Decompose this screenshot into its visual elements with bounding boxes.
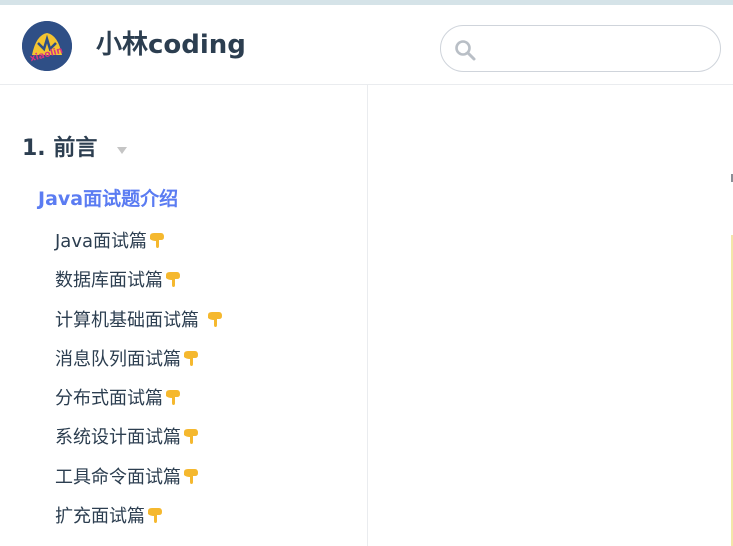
site-title[interactable]: 小林coding xyxy=(96,27,246,63)
sidebar-sub-item[interactable]: 数据库面试篇 xyxy=(55,267,225,306)
caret-down-icon[interactable] xyxy=(117,147,127,154)
search-input[interactable] xyxy=(483,34,708,64)
sidebar-sub-item-label: 消息队列面试篇 xyxy=(55,348,181,370)
sidebar-sub-item[interactable]: 计算机基础面试篇 xyxy=(55,307,225,346)
sidebar-item-java-intro[interactable]: Java面试题介绍 xyxy=(38,185,178,213)
sidebar-sub-item-label: 扩充面试篇 xyxy=(55,506,145,528)
pointing-down-emoji-icon xyxy=(163,269,183,289)
pointing-down-emoji-icon xyxy=(181,426,201,446)
sidebar-sub-item[interactable]: 分布式面试篇 xyxy=(55,385,225,424)
navbar: xiaolin 小林coding xyxy=(0,5,733,85)
sidebar-sub-item-label: 分布式面试篇 xyxy=(55,388,163,410)
search-box[interactable] xyxy=(440,25,721,72)
sidebar-sub-item-label: 系统设计面试篇 xyxy=(55,427,181,449)
sidebar-sub-item-label: 工具命令面试篇 xyxy=(55,466,181,488)
sidebar-sub-item[interactable]: 工具命令面试篇 xyxy=(55,464,225,503)
sidebar-sub-list: Java面试篇 数据库面试篇 计算机基础面试篇 消息队列面试篇 分布式面试篇 系… xyxy=(55,228,225,542)
sidebar-sub-item-label: 计算机基础面试篇 xyxy=(55,309,205,331)
pointing-down-emoji-icon xyxy=(145,505,165,525)
pointing-down-emoji-icon xyxy=(181,466,201,486)
main-content xyxy=(369,85,733,546)
sidebar-sub-item[interactable]: 消息队列面试篇 xyxy=(55,346,225,385)
coding-logo-icon[interactable]: xiaolin xyxy=(22,21,72,71)
sidebar-group-title[interactable]: 1. 前言 xyxy=(22,133,97,165)
sidebar-sub-item-label: 数据库面试篇 xyxy=(55,270,163,292)
sidebar-sub-item[interactable]: Java面试篇 xyxy=(55,228,225,267)
pointing-down-emoji-icon xyxy=(205,309,225,329)
sidebar-sub-item[interactable]: 扩充面试篇 xyxy=(55,503,225,542)
pointing-down-emoji-icon xyxy=(163,387,183,407)
pointing-down-emoji-icon xyxy=(181,348,201,368)
pointing-down-emoji-icon xyxy=(147,230,167,250)
sidebar-sub-item-label: Java面试篇 xyxy=(55,231,148,252)
sidebar: 1. 前言 Java面试题介绍 Java面试篇 数据库面试篇 计算机基础面试篇 … xyxy=(0,85,368,546)
sidebar-sub-item[interactable]: 系统设计面试篇 xyxy=(55,424,225,463)
search-icon xyxy=(455,40,476,61)
